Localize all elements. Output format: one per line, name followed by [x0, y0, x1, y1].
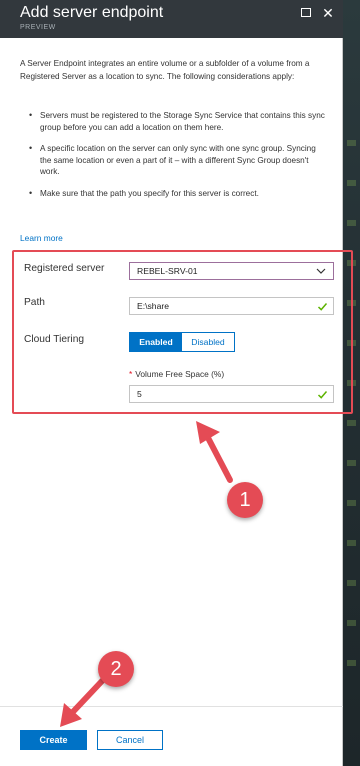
list-item: Make sure that the path you specify for … [20, 188, 326, 200]
close-icon[interactable]: ✕ [321, 6, 335, 20]
intro-text: A Server Endpoint integrates an entire v… [20, 59, 310, 81]
cancel-button[interactable]: Cancel [97, 730, 163, 750]
blade-header: Add server endpoint PREVIEW ✕ [0, 0, 343, 38]
maximize-icon[interactable] [299, 6, 313, 20]
annotation-arrow-up-icon [196, 421, 233, 483]
list-item: Servers must be registered to the Storag… [20, 110, 326, 133]
blade-title: Add server endpoint [20, 4, 164, 21]
considerations-list: Servers must be registered to the Storag… [20, 110, 326, 210]
create-button[interactable]: Create [20, 730, 87, 750]
callout-badge-1: 1 [227, 482, 263, 518]
list-item: A specific location on the server can on… [20, 143, 326, 178]
blade-subtitle: PREVIEW [20, 24, 56, 31]
callout-badge-2: 2 [98, 651, 134, 687]
annotation-arrow-down-icon [60, 678, 105, 727]
learn-more-link[interactable]: Learn more [20, 233, 63, 243]
highlight-box [12, 250, 353, 414]
